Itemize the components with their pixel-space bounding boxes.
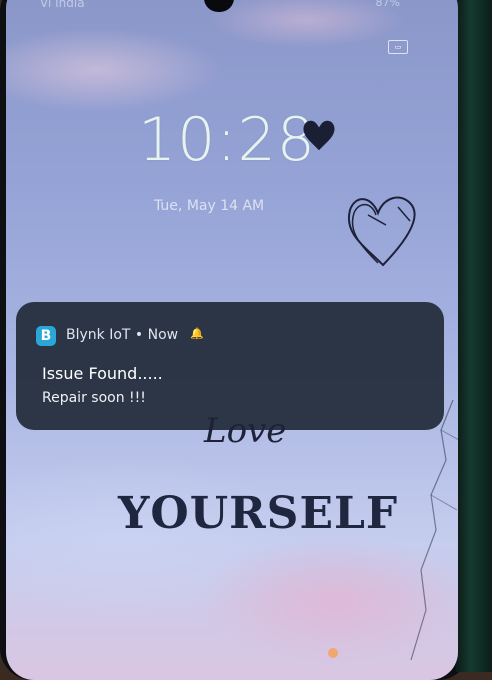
notification-header: Blynk IoT • Now <box>66 327 178 343</box>
doodle-heart-icon <box>347 196 416 267</box>
indicator-dot <box>328 648 338 658</box>
carrier-label: Vi India <box>40 0 85 10</box>
phone-case-edge <box>456 0 492 672</box>
blynk-app-icon: B <box>36 326 56 346</box>
notification-separator: • <box>134 327 144 343</box>
front-camera-notch <box>204 0 234 12</box>
heart-icon <box>303 120 335 151</box>
battery-label: 87% <box>375 0 400 9</box>
love-script-text: Love <box>203 411 286 451</box>
lock-date: Tue, May 14 AM <box>154 198 265 214</box>
lock-clock: 10:28 <box>138 105 316 175</box>
notification-title: Issue Found..... <box>42 364 163 383</box>
status-bar: Vi India 87% <box>6 0 458 14</box>
notification-body: Repair soon !!! <box>42 390 146 406</box>
notification-time: Now <box>147 327 179 343</box>
lock-screen: Vi India 87% ▭ 10:28 Tue, May 14 AM B Bl… <box>6 0 458 680</box>
screen-crack <box>410 400 458 660</box>
wallpaper-headline: YOURSELF <box>118 488 399 539</box>
bell-icon: 🔔 <box>190 327 204 340</box>
love-script-label: Love <box>203 411 286 451</box>
notification-app-name: Blynk IoT <box>66 327 131 343</box>
lock-screen-badge-icon: ▭ <box>388 40 408 54</box>
